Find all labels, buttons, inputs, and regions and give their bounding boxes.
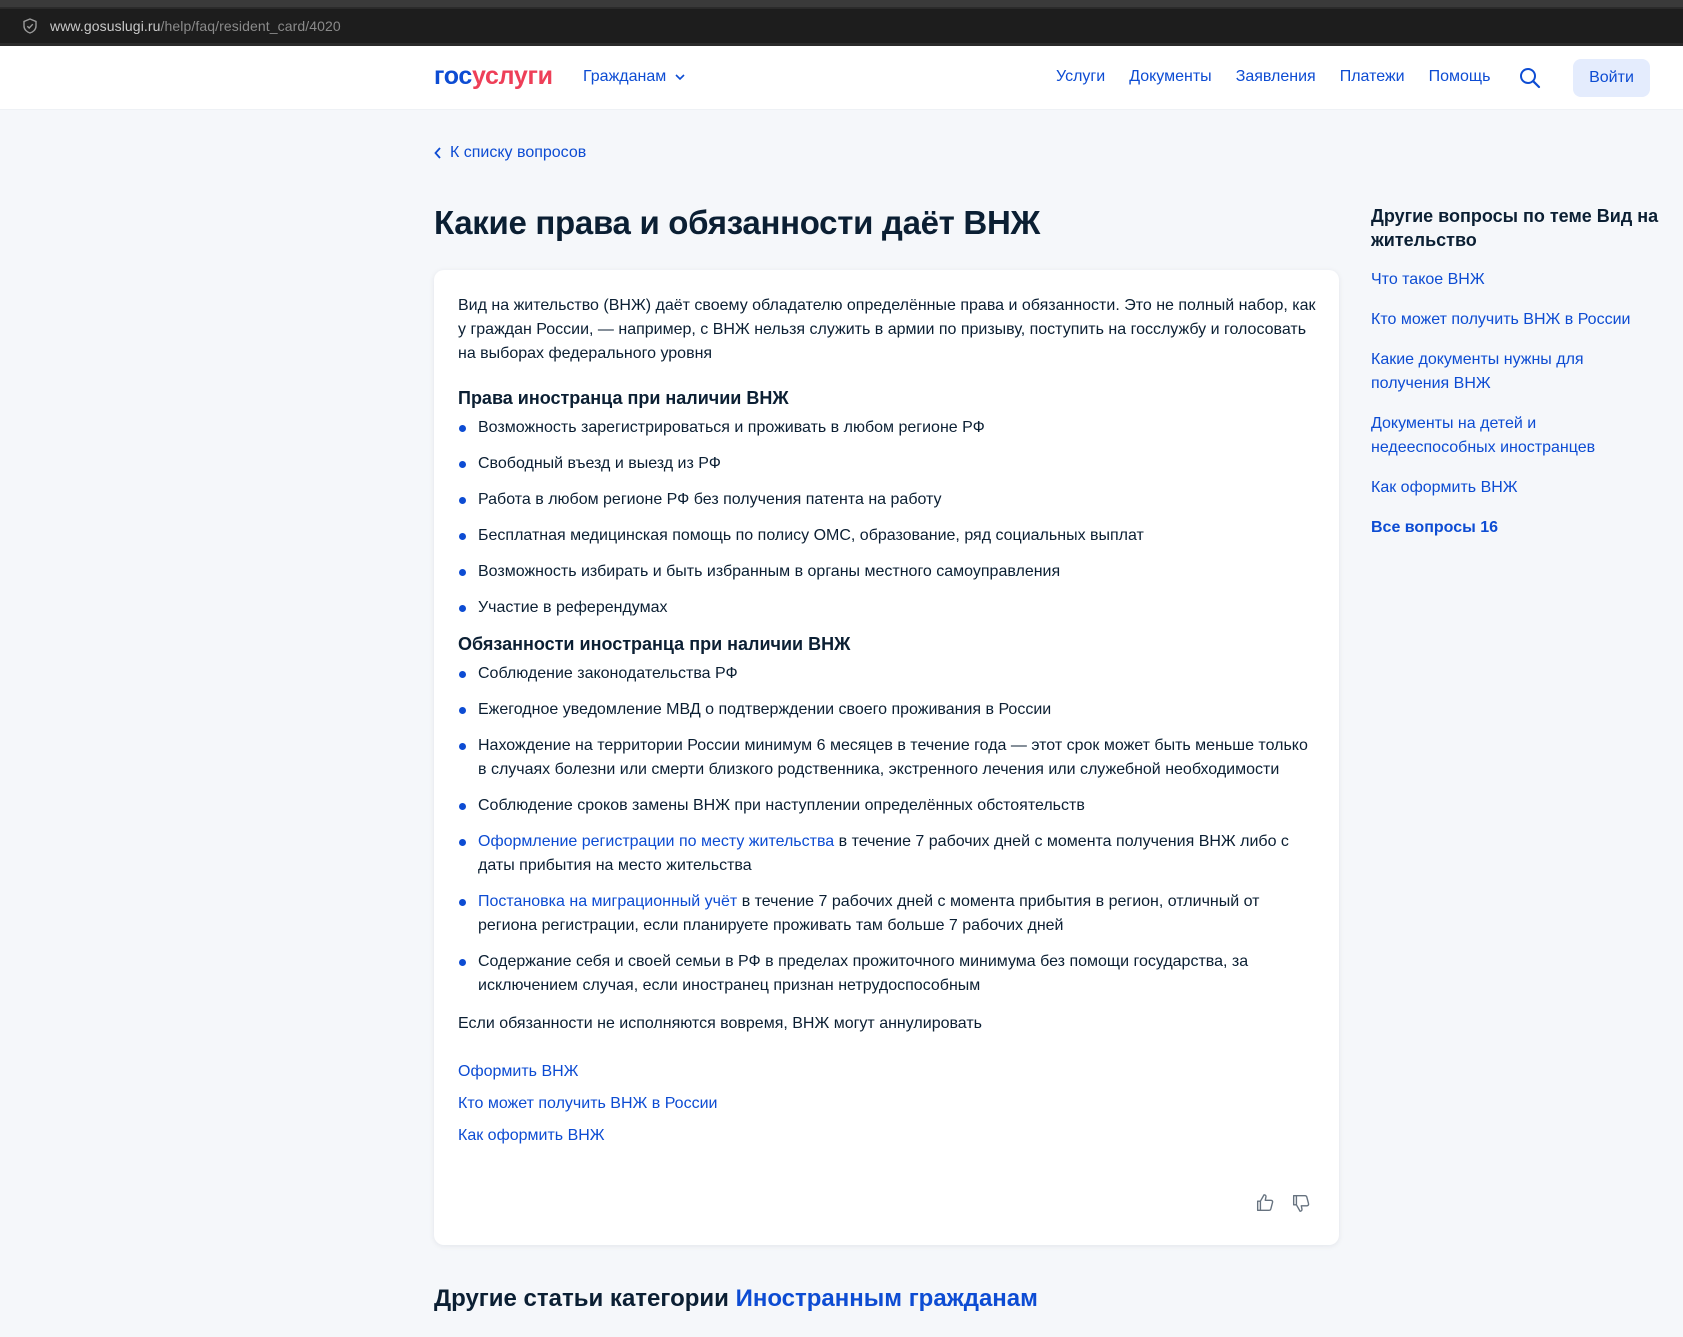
list-item: Бесплатная медицинская помощь по полису …: [458, 524, 1318, 548]
login-button[interactable]: Войти: [1573, 59, 1650, 97]
bullet-icon: [459, 671, 466, 678]
duties-heading: Обязанности иностранца при наличии ВНЖ: [458, 634, 851, 654]
migration-registration-link[interactable]: Постановка на миграционный учёт: [478, 893, 737, 910]
nav-payments[interactable]: Платежи: [1340, 68, 1405, 86]
logo-part-uslugi: услуги: [472, 62, 553, 90]
rights-list: Возможность зарегистрироваться и прожива…: [458, 416, 1318, 620]
nav-documents[interactable]: Документы: [1129, 68, 1211, 86]
category-link[interactable]: Иностранным гражданам: [736, 1285, 1038, 1312]
sidebar-item-who-can-get[interactable]: Кто может получить ВНЖ в России: [1371, 308, 1661, 332]
site-header: госуслуги Гражданам Услуги Документы Зая…: [0, 46, 1683, 110]
shield-icon[interactable]: [22, 18, 38, 34]
url-domain: www.gosuslugi.ru: [50, 18, 161, 34]
article-outro: Если обязанности не исполняются вовремя,…: [458, 1015, 983, 1032]
rights-heading: Права иностранца при наличии ВНЖ: [458, 388, 789, 408]
list-item-text: Возможность зарегистрироваться и прожива…: [478, 419, 985, 436]
bullet-icon: [459, 959, 466, 966]
list-item: Свободный въезд и выезд из РФ: [458, 452, 1318, 476]
list-item: Содержание себя и своей семьи в РФ в пре…: [458, 950, 1318, 998]
list-item: Оформление регистрации по месту жительст…: [458, 830, 1318, 878]
sidebar-item-how-to-apply[interactable]: Как оформить ВНЖ: [1371, 476, 1661, 500]
search-icon[interactable]: [1518, 66, 1542, 90]
duties-list: Соблюдение законодательства РФ Ежегодное…: [458, 662, 1318, 998]
chevron-left-icon: [434, 147, 441, 159]
logo-part-gos: гос: [434, 62, 473, 90]
back-to-list-link[interactable]: К списку вопросов: [434, 144, 586, 162]
list-item-text: Свободный въезд и выезд из РФ: [478, 455, 721, 472]
url-path: /help/faq/resident_card/4020: [160, 18, 341, 34]
list-item-text: Ежегодное уведомление МВД о подтверждени…: [478, 701, 1052, 718]
tab-strip: [0, 0, 1683, 7]
list-item: Соблюдение законодательства РФ: [458, 662, 1318, 686]
list-item-text: Соблюдение сроков замены ВНЖ при наступл…: [478, 797, 1085, 814]
list-item-text: Возможность избирать и быть избранным в …: [478, 563, 1061, 580]
list-item-text: Работа в любом регионе РФ без получения …: [478, 491, 942, 508]
address-bar[interactable]: www.gosuslugi.ru/help/faq/resident_card/…: [0, 9, 1683, 43]
link-who-can-get[interactable]: Кто может получить ВНЖ в России: [458, 1092, 1318, 1116]
link-apply-resident-card[interactable]: Оформить ВНЖ: [458, 1060, 1318, 1084]
thumbs-up-icon[interactable]: [1254, 1192, 1276, 1214]
list-item-text: Содержание себя и своей семьи в РФ в пре…: [478, 953, 1249, 994]
article-card: Вид на жительство (ВНЖ) даёт своему обла…: [434, 270, 1339, 1245]
list-item-text: Участие в референдумах: [478, 599, 668, 616]
browser-bar: www.gosuslugi.ru/help/faq/resident_card/…: [0, 0, 1683, 46]
gosuslugi-logo[interactable]: госуслуги: [434, 62, 553, 91]
other-articles-heading: Другие статьи категории Иностранным граж…: [434, 1285, 1038, 1313]
thumbs-down-icon[interactable]: [1290, 1192, 1312, 1214]
sidebar-item-children-docs[interactable]: Документы на детей и недееспособных инос…: [1371, 412, 1661, 460]
page-title: Какие права и обязанности даёт ВНЖ: [434, 204, 1041, 241]
nav-services[interactable]: Услуги: [1056, 68, 1105, 86]
audience-dropdown[interactable]: Гражданам: [583, 68, 686, 86]
list-item-text: Нахождение на территории России минимум …: [478, 737, 1308, 778]
bullet-icon: [459, 569, 466, 576]
list-item: Соблюдение сроков замены ВНЖ при наступл…: [458, 794, 1318, 818]
article-rating: [1254, 1192, 1312, 1214]
nav-help[interactable]: Помощь: [1429, 68, 1491, 86]
list-item: Возможность зарегистрироваться и прожива…: [458, 416, 1318, 440]
audience-label: Гражданам: [583, 68, 667, 85]
bullet-icon: [459, 533, 466, 540]
other-articles-prefix: Другие статьи категории: [434, 1285, 736, 1312]
list-item: Возможность избирать и быть избранным в …: [458, 560, 1318, 584]
bullet-icon: [459, 839, 466, 846]
bullet-icon: [459, 605, 466, 612]
nav-applications[interactable]: Заявления: [1236, 68, 1316, 86]
bullet-icon: [459, 899, 466, 906]
article-intro: Вид на жительство (ВНЖ) даёт своему обла…: [458, 297, 1316, 362]
bullet-icon: [459, 743, 466, 750]
list-item: Работа в любом регионе РФ без получения …: [458, 488, 1318, 512]
list-item: Нахождение на территории России минимум …: [458, 734, 1318, 782]
url-text: www.gosuslugi.ru/help/faq/resident_card/…: [50, 18, 341, 34]
list-item-text: Соблюдение законодательства РФ: [478, 665, 738, 682]
related-links: Оформить ВНЖ Кто может получить ВНЖ в Ро…: [458, 1060, 1318, 1148]
bullet-icon: [459, 461, 466, 468]
main-nav: Услуги Документы Заявления Платежи Помощ…: [1056, 68, 1490, 86]
bullet-icon: [459, 425, 466, 432]
link-how-to-apply[interactable]: Как оформить ВНЖ: [458, 1124, 1318, 1148]
bullet-icon: [459, 707, 466, 714]
bullet-icon: [459, 803, 466, 810]
sidebar-item-documents[interactable]: Какие документы нужны для получения ВНЖ: [1371, 348, 1661, 396]
related-questions-sidebar: Другие вопросы по теме Вид на жительство…: [1371, 204, 1661, 540]
list-item: Постановка на миграционный учёт в течени…: [458, 890, 1318, 938]
list-item: Участие в референдумах: [458, 596, 1318, 620]
bullet-icon: [459, 497, 466, 504]
all-questions-link[interactable]: Все вопросы 16: [1371, 516, 1661, 540]
chevron-down-icon: [675, 74, 685, 81]
registration-link[interactable]: Оформление регистрации по месту жительст…: [478, 833, 834, 850]
article-body: Вид на жительство (ВНЖ) даёт своему обла…: [458, 294, 1318, 1156]
sidebar-title: Другие вопросы по теме Вид на жительство: [1371, 206, 1659, 250]
list-item-text: Бесплатная медицинская помощь по полису …: [478, 527, 1144, 544]
list-item: Ежегодное уведомление МВД о подтверждени…: [458, 698, 1318, 722]
back-link-label: К списку вопросов: [450, 144, 587, 161]
sidebar-item-what-is[interactable]: Что такое ВНЖ: [1371, 268, 1661, 292]
